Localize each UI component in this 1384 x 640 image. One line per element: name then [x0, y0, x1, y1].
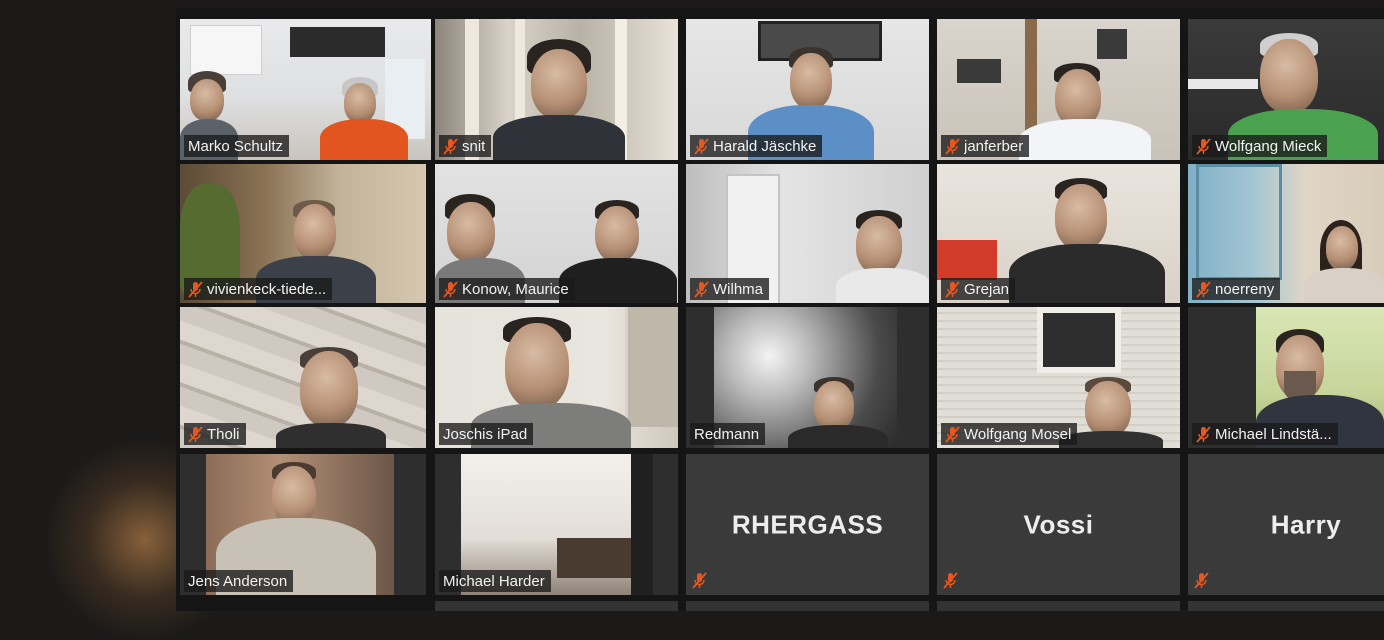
participant-tile-wolfgang-mieck[interactable]: Wolfgang Mieck — [1188, 19, 1384, 160]
participant-nameplate: vivienkeck-tiede... — [184, 278, 333, 300]
participant-nameplate: Wolfgang Mieck — [1192, 135, 1328, 157]
microphone-muted-icon — [188, 425, 203, 443]
participant-tile-partial — [435, 601, 678, 611]
microphone-muted-icon — [1196, 425, 1211, 443]
participant-tile-harry[interactable]: Harry — [1188, 454, 1384, 595]
participant-tile-wilhma[interactable]: Wilhma — [686, 164, 929, 303]
participant-tile-tholi[interactable]: Tholi — [180, 307, 426, 448]
participant-name: Jens Anderson — [188, 572, 288, 590]
participant-tile-michael-harder[interactable]: Michael Harder — [435, 454, 678, 595]
participant-nameplate: janferber — [941, 135, 1030, 157]
participant-tile-marko-schultz[interactable]: Marko Schultz — [180, 19, 431, 160]
participant-nameplate: Harald Jäschke — [690, 135, 823, 157]
participant-tile-michael-lindsta[interactable]: Michael Lindstä... — [1188, 307, 1384, 448]
participant-name: Marko Schultz — [188, 137, 284, 155]
participant-name: Wilhma — [713, 280, 764, 298]
microphone-muted-icon — [443, 137, 458, 155]
participant-nameplate: Joschis iPad — [439, 423, 534, 445]
participant-tile-partial — [937, 601, 1180, 611]
participant-nameplate: Michael Lindstä... — [1192, 423, 1338, 445]
microphone-muted-icon — [945, 425, 960, 443]
participant-name: Michael Lindstä... — [1215, 425, 1332, 443]
participant-name: Konow, Maurice — [462, 280, 569, 298]
participant-nameplate: Michael Harder — [439, 570, 551, 592]
participant-name: Wolfgang Mosel — [964, 425, 1072, 443]
participant-nameplate: Grejan — [941, 278, 1016, 300]
participant-nameplate: Jens Anderson — [184, 570, 294, 592]
participant-name: vivienkeck-tiede... — [207, 280, 327, 298]
microphone-muted-icon — [188, 280, 203, 298]
participant-tile-redmann[interactable]: Redmann — [686, 307, 929, 448]
participant-name: janferber — [964, 137, 1024, 155]
participant-nameplate: Tholi — [184, 423, 246, 445]
participant-tile-jens-anderson[interactable]: Jens Anderson — [180, 454, 426, 595]
participant-tile-joschis-ipad[interactable]: Joschis iPad — [435, 307, 678, 448]
microphone-muted-icon — [443, 280, 458, 298]
participant-name: Harry — [1270, 509, 1342, 539]
participant-tile-wolfgang-mosel[interactable]: Wolfgang Mosel — [937, 307, 1180, 448]
microphone-muted-icon — [945, 137, 960, 155]
microphone-muted-icon — [945, 280, 960, 298]
participant-tile-partial — [686, 601, 929, 611]
participant-name: Harald Jäschke — [713, 137, 817, 155]
participant-tile-grejan[interactable]: Grejan — [937, 164, 1180, 303]
participant-tile-snit[interactable]: snit — [435, 19, 678, 160]
microphone-muted-icon — [1196, 280, 1211, 298]
microphone-muted-icon — [694, 137, 709, 155]
participant-name: Joschis iPad — [443, 425, 528, 443]
participant-tile-konow-maurice[interactable]: Konow, Maurice — [435, 164, 678, 303]
participant-tile-vivienkeck-tiede[interactable]: vivienkeck-tiede... — [180, 164, 426, 303]
participant-nameplate: noerreny — [1192, 278, 1281, 300]
microphone-muted-icon — [1196, 137, 1211, 155]
participant-name: noerreny — [1215, 280, 1275, 298]
microphone-muted-icon — [943, 572, 958, 589]
participant-nameplate: Konow, Maurice — [439, 278, 575, 300]
participant-tile-janferber[interactable]: janferber — [937, 19, 1180, 160]
participant-nameplate: Wilhma — [690, 278, 770, 300]
participant-name: Tholi — [207, 425, 240, 443]
microphone-muted-icon — [692, 572, 707, 589]
participant-name: RHERGASS — [731, 509, 884, 539]
participant-name: Michael Harder — [443, 572, 545, 590]
participant-nameplate: snit — [439, 135, 492, 157]
participant-name: Wolfgang Mieck — [1215, 137, 1322, 155]
participant-nameplate: Wolfgang Mosel — [941, 423, 1078, 445]
video-grid: Marko Schultz snit Harald Jäschke janfer… — [176, 8, 1384, 611]
participant-tile-rhergass[interactable]: RHERGASS — [686, 454, 929, 595]
participant-nameplate: Marko Schultz — [184, 135, 290, 157]
participant-name: Grejan — [964, 280, 1010, 298]
participant-tile-noerreny[interactable]: noerreny — [1188, 164, 1384, 303]
participant-name: Vossi — [1023, 509, 1094, 539]
microphone-muted-icon — [694, 280, 709, 298]
participant-tile-partial — [1188, 601, 1384, 611]
participant-tile-harald-jaschke[interactable]: Harald Jäschke — [686, 19, 929, 160]
participant-tile-vossi[interactable]: Vossi — [937, 454, 1180, 595]
participant-nameplate: Redmann — [690, 423, 766, 445]
participant-name: snit — [462, 137, 486, 155]
microphone-muted-icon — [1194, 572, 1209, 589]
participant-name: Redmann — [694, 425, 760, 443]
